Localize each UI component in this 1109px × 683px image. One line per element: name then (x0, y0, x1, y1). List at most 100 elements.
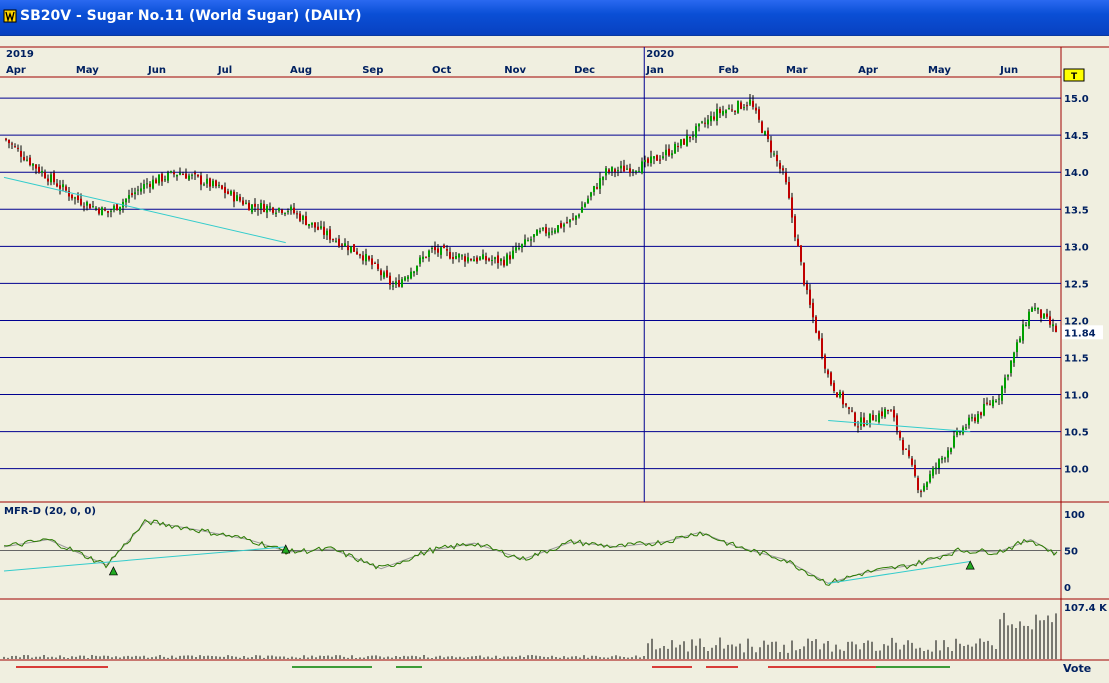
candle-down (845, 403, 847, 406)
candle-up (191, 174, 193, 176)
candle-down (761, 121, 763, 133)
candle-up (74, 197, 76, 199)
candle-up (278, 208, 280, 211)
candle-up (941, 457, 943, 460)
candle-up (1052, 324, 1054, 327)
signal-triangle-icon (281, 544, 291, 554)
candle-down (914, 464, 916, 476)
candle-up (671, 153, 673, 156)
candle-down (881, 411, 883, 417)
volume-max-label: 107.4 K (1064, 603, 1108, 614)
price-chart[interactable]: Apr May Jun Jul Aug Sep Oct Nov Dec Jan Feb Mar Apr M… (0, 36, 1109, 678)
candle-up (665, 149, 667, 156)
candle-up (236, 195, 238, 201)
app-logo-icon (3, 9, 17, 23)
candle-down (734, 111, 736, 113)
candle-down (182, 174, 184, 176)
candle-down (107, 210, 109, 213)
candle-up (491, 259, 493, 261)
candle-up (590, 192, 592, 197)
price-tick-label: 11.0 (1064, 391, 1089, 402)
candle-down (704, 122, 706, 124)
candle-up (152, 179, 154, 189)
candle-down (11, 143, 13, 145)
candle-up (686, 135, 688, 146)
candle-down (896, 415, 898, 431)
candle-up (206, 178, 208, 184)
candle-up (869, 413, 871, 423)
candle-up (527, 240, 529, 242)
candle-down (485, 256, 487, 261)
candle-up (407, 276, 409, 279)
candle-up (725, 110, 727, 114)
candle-down (53, 172, 55, 183)
candle-down (173, 172, 175, 175)
candle-up (413, 271, 415, 274)
candle-up (512, 250, 514, 259)
candle-down (803, 262, 805, 285)
candle-up (578, 214, 580, 217)
candle-down (299, 213, 301, 221)
candle-down (23, 157, 25, 161)
candle-up (557, 225, 559, 232)
candle-up (638, 171, 640, 173)
candle-up (320, 226, 322, 229)
candle-up (230, 191, 232, 195)
candle-up (179, 172, 181, 175)
candle-up (653, 156, 655, 159)
candle-up (344, 243, 346, 247)
candle-down (830, 372, 832, 385)
window-titlebar[interactable]: SB20V - Sugar No.11 (World Sugar) (DAILY… (0, 0, 1109, 36)
candle-down (683, 138, 685, 145)
candle-up (26, 159, 28, 161)
candle-up (167, 172, 169, 181)
last-price-label: 11.84 (1064, 328, 1096, 339)
candle-up (92, 206, 94, 208)
candle-down (629, 168, 631, 173)
candle-down (389, 275, 391, 285)
candle-down (509, 255, 511, 260)
price-tick-label: 11.5 (1064, 353, 1089, 364)
candle-down (908, 450, 910, 457)
candle-up (929, 474, 931, 483)
candle-down (17, 147, 19, 149)
candle-down (677, 146, 679, 148)
candle-up (680, 139, 682, 146)
candle-down (443, 245, 445, 249)
month-tick-label: Dec (574, 65, 595, 76)
candle-down (44, 172, 46, 179)
candle-up (692, 135, 694, 137)
candle-up (605, 168, 607, 176)
price-tick-label: 10.0 (1064, 465, 1089, 476)
candle-up (563, 224, 565, 227)
candle-up (1001, 386, 1003, 401)
candle-down (659, 159, 661, 161)
candle-up (431, 248, 433, 250)
candle-up (164, 179, 166, 181)
candle-up (875, 420, 877, 422)
candle-down (341, 244, 343, 246)
candle-down (20, 150, 22, 157)
candle-up (326, 230, 328, 236)
candle-down (917, 477, 919, 491)
candle-up (266, 205, 268, 213)
candle-up (128, 195, 130, 199)
candle-down (596, 187, 598, 189)
candle-down (731, 109, 733, 111)
candle-up (1022, 324, 1024, 341)
candle-down (296, 213, 298, 215)
candle-down (497, 255, 499, 263)
candle-down (161, 173, 163, 182)
candle-up (944, 457, 946, 459)
candle-down (380, 270, 382, 276)
mfr-tick-label: 100 (1064, 510, 1085, 521)
month-tick-label: May (928, 65, 951, 76)
mfr-trendline (828, 560, 971, 584)
candle-down (77, 195, 79, 201)
candle-down (149, 183, 151, 187)
candle-down (989, 403, 991, 405)
candle-up (473, 259, 475, 262)
candle-up (410, 271, 412, 279)
chart-area[interactable]: Apr May Jun Jul Aug Sep Oct Nov Dec Jan Feb Mar Apr M… (0, 36, 1109, 678)
month-tick-label: Feb (718, 65, 738, 76)
